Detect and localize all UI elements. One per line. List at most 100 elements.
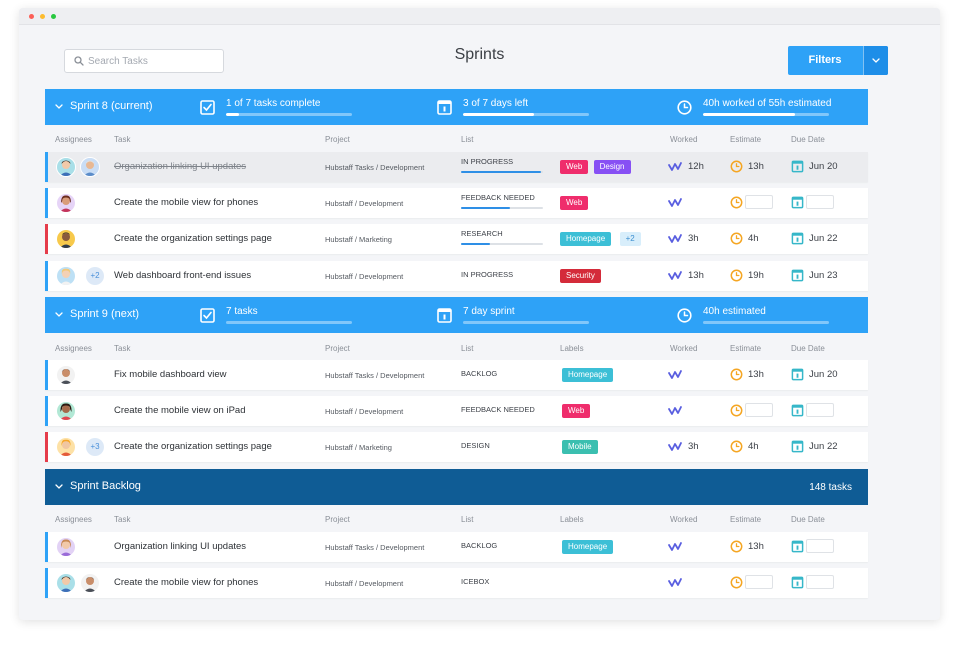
due-date-value[interactable]: Jun 20 <box>809 161 838 172</box>
task-row[interactable]: Fix mobile dashboard view Hubstaff Tasks … <box>45 360 868 390</box>
estimate-input[interactable] <box>745 403 773 417</box>
avatar[interactable] <box>56 401 76 421</box>
estimate-value[interactable]: 19h <box>748 270 764 281</box>
column-header-labels[interactable]: Labels <box>560 515 584 524</box>
label-tag[interactable]: Web <box>560 160 589 174</box>
task-list[interactable]: BACKLOG <box>461 369 497 378</box>
avatar[interactable] <box>56 157 76 177</box>
task-list[interactable]: ICEBOX <box>461 577 489 586</box>
column-header-list[interactable]: List <box>461 515 473 524</box>
label-tag[interactable]: Web <box>560 196 589 210</box>
task-list[interactable]: FEEDBACK NEEDED <box>461 405 535 414</box>
column-header-list[interactable]: List <box>461 344 473 353</box>
column-header-task[interactable]: Task <box>114 135 130 144</box>
task-row[interactable]: Organization linking UI updates Hubstaff … <box>45 532 868 562</box>
chevron-down-icon[interactable] <box>55 104 63 109</box>
column-header-due[interactable]: Due Date <box>791 135 825 144</box>
filters-dropdown-button[interactable] <box>863 46 888 75</box>
column-header-task[interactable]: Task <box>114 515 130 524</box>
avatar[interactable] <box>56 365 76 385</box>
due-date-value[interactable]: Jun 22 <box>809 441 838 452</box>
task-title[interactable]: Organization linking UI updates <box>114 541 246 552</box>
avatar[interactable] <box>56 573 76 593</box>
column-header-project[interactable]: Project <box>325 344 350 353</box>
column-header-worked[interactable]: Worked <box>670 344 697 353</box>
close-window-button[interactable] <box>29 14 34 19</box>
task-title[interactable]: Create the mobile view for phones <box>114 197 258 208</box>
task-row[interactable]: Create the organization settings page Hub… <box>45 224 868 254</box>
chevron-down-icon[interactable] <box>55 312 63 317</box>
task-title[interactable]: Create the mobile view on iPad <box>114 405 246 416</box>
estimate-input[interactable] <box>745 195 773 209</box>
estimate-value[interactable]: 13h <box>748 161 764 172</box>
task-row[interactable]: Organization linking UI updates Hubstaff … <box>45 152 868 182</box>
task-list[interactable]: FEEDBACK NEEDED <box>461 193 535 202</box>
task-row[interactable]: Create the mobile view for phones Hubstaf… <box>45 188 868 218</box>
task-row[interactable]: +2 Web dashboard front-end issues Hubstaff… <box>45 261 868 291</box>
column-header-labels[interactable]: Labels <box>560 344 584 353</box>
task-title[interactable]: Fix mobile dashboard view <box>114 369 226 380</box>
column-header-project[interactable]: Project <box>325 135 350 144</box>
sprint-header[interactable]: Sprint Backlog 148 tasks <box>45 469 868 505</box>
maximize-window-button[interactable] <box>51 14 56 19</box>
label-tag[interactable]: Homepage <box>560 232 612 246</box>
label-tag[interactable]: Mobile <box>562 440 598 454</box>
task-title[interactable]: Organization linking UI updates <box>114 161 246 172</box>
task-title[interactable]: Create the organization settings page <box>114 441 272 452</box>
avatar[interactable] <box>80 157 100 177</box>
label-tag[interactable]: Security <box>560 269 601 283</box>
avatar[interactable] <box>56 537 76 557</box>
task-list[interactable]: DESIGN <box>461 441 490 450</box>
column-header-worked[interactable]: Worked <box>670 515 697 524</box>
column-header-estimate[interactable]: Estimate <box>730 344 761 353</box>
more-assignees-badge[interactable]: +2 <box>86 267 104 285</box>
task-title[interactable]: Create the mobile view for phones <box>114 577 258 588</box>
avatar[interactable] <box>56 437 76 457</box>
due-date-value[interactable]: Jun 22 <box>809 233 838 244</box>
task-row[interactable]: +3 Create the organization settings page H… <box>45 432 868 462</box>
estimate-value[interactable]: 4h <box>748 441 759 452</box>
due-date-input[interactable] <box>806 539 834 553</box>
filters-button[interactable]: Filters <box>788 46 888 75</box>
due-date-value[interactable]: Jun 23 <box>809 270 838 281</box>
task-title[interactable]: Web dashboard front-end issues <box>114 270 251 281</box>
due-date-value[interactable]: Jun 20 <box>809 369 838 380</box>
task-list[interactable]: RESEARCH <box>461 229 503 238</box>
label-tag[interactable]: Homepage <box>562 540 614 554</box>
column-header-assignees[interactable]: Assignees <box>55 344 92 353</box>
avatar[interactable] <box>80 573 100 593</box>
minimize-window-button[interactable] <box>40 14 45 19</box>
due-date-input[interactable] <box>806 403 834 417</box>
sprint-header[interactable]: Sprint 8 (current) 1 of 7 tasks complete 3… <box>45 89 868 125</box>
column-header-task[interactable]: Task <box>114 344 130 353</box>
estimate-input[interactable] <box>745 575 773 589</box>
more-labels-badge[interactable]: +2 <box>619 232 641 246</box>
task-list[interactable]: IN PROGRESS <box>461 270 513 279</box>
avatar[interactable] <box>56 266 76 286</box>
column-header-due[interactable]: Due Date <box>791 344 825 353</box>
sprint-header[interactable]: Sprint 9 (next) 7 tasks 7 day sprint 40h es… <box>45 297 868 333</box>
column-header-worked[interactable]: Worked <box>670 135 697 144</box>
chevron-down-icon[interactable] <box>55 484 63 489</box>
column-header-estimate[interactable]: Estimate <box>730 515 761 524</box>
column-header-estimate[interactable]: Estimate <box>730 135 761 144</box>
more-assignees-badge[interactable]: +3 <box>86 438 104 456</box>
column-header-assignees[interactable]: Assignees <box>55 135 92 144</box>
column-header-list[interactable]: List <box>461 135 473 144</box>
task-list[interactable]: BACKLOG <box>461 541 497 550</box>
task-row[interactable]: Create the mobile view on iPad Hubstaff /… <box>45 396 868 426</box>
avatar[interactable] <box>56 193 76 213</box>
estimate-value[interactable]: 4h <box>748 233 759 244</box>
avatar[interactable] <box>56 229 76 249</box>
label-tag[interactable]: Design <box>593 160 631 174</box>
task-list[interactable]: IN PROGRESS <box>461 157 513 166</box>
column-header-project[interactable]: Project <box>325 515 350 524</box>
label-tag[interactable]: Homepage <box>562 368 614 382</box>
due-date-input[interactable] <box>806 195 834 209</box>
task-title[interactable]: Create the organization settings page <box>114 233 272 244</box>
task-row[interactable]: Create the mobile view for phones Hubstaf… <box>45 568 868 598</box>
label-tag[interactable]: Web <box>562 404 591 418</box>
column-header-due[interactable]: Due Date <box>791 515 825 524</box>
column-header-assignees[interactable]: Assignees <box>55 515 92 524</box>
estimate-value[interactable]: 13h <box>748 369 764 380</box>
